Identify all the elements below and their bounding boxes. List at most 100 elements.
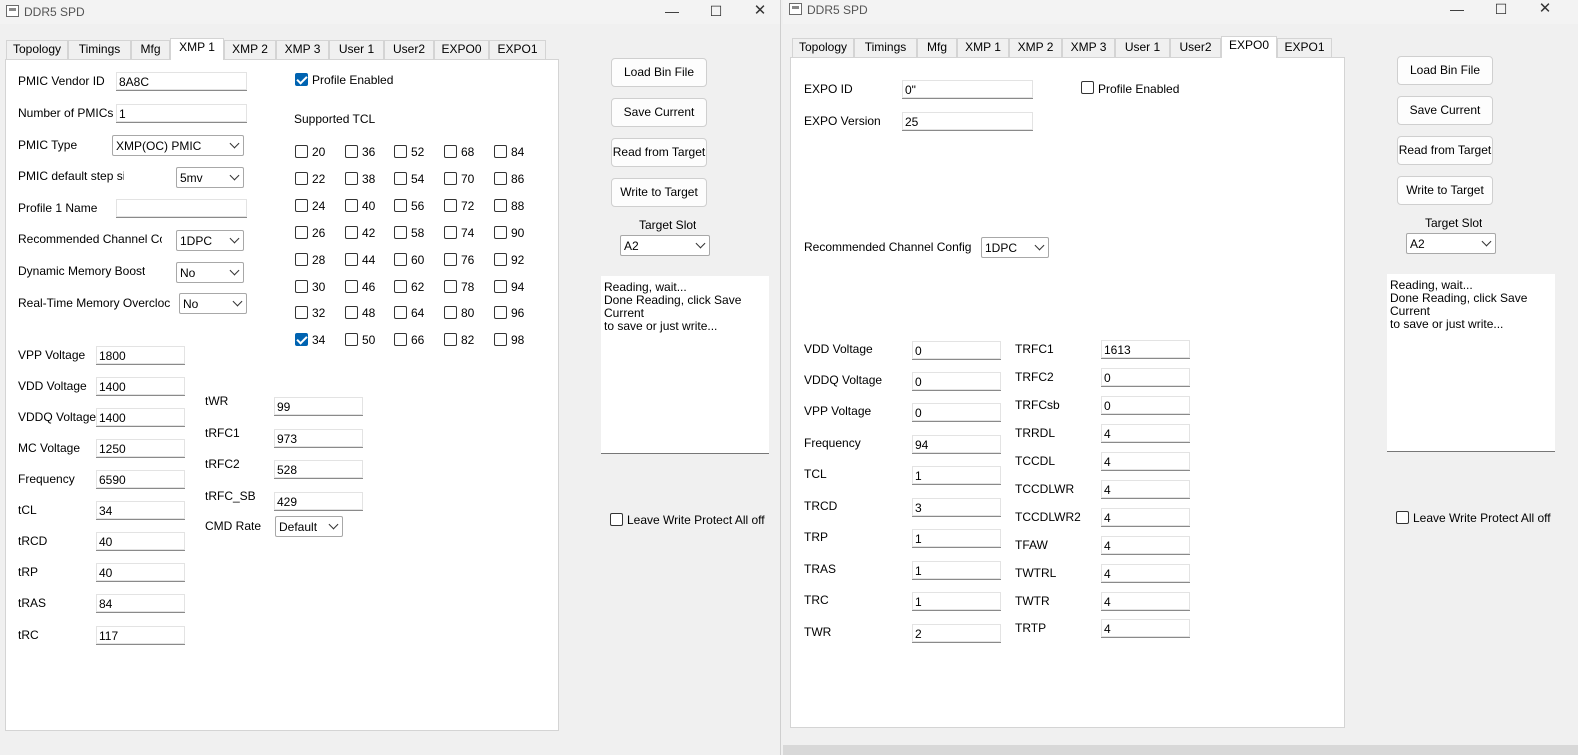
field-input[interactable]: 4: [1101, 480, 1190, 499]
close-button[interactable]: ✕: [1523, 0, 1567, 24]
field-input[interactable]: 4: [1101, 536, 1190, 555]
field-input[interactable]: 973: [274, 429, 363, 448]
field-input[interactable]: 1800: [96, 346, 185, 365]
target-slot-select[interactable]: A2: [620, 235, 710, 256]
tab-user2[interactable]: User2: [384, 40, 434, 59]
tcl-34-checkbox[interactable]: [295, 333, 308, 346]
field-input[interactable]: 1613: [1101, 340, 1190, 359]
tcl-40-checkbox[interactable]: [345, 199, 358, 212]
tab-expo0[interactable]: EXPO0: [1221, 36, 1277, 58]
tab-user2[interactable]: User2: [1170, 38, 1221, 57]
tcl-38-checkbox[interactable]: [345, 172, 358, 185]
tcl-62-checkbox[interactable]: [394, 280, 407, 293]
profile-enabled-checkbox[interactable]: [295, 73, 308, 86]
tab-xmp3[interactable]: XMP 3: [1062, 38, 1115, 57]
field-input[interactable]: 40: [96, 532, 185, 551]
field-input[interactable]: 99: [274, 397, 363, 416]
write-target-button[interactable]: Write to Target: [611, 178, 707, 207]
field-input[interactable]: 94: [912, 435, 1001, 454]
tcl-28-checkbox[interactable]: [295, 253, 308, 266]
tab-expo0[interactable]: EXPO0: [434, 40, 489, 59]
field-input[interactable]: 0: [912, 341, 1001, 360]
pmic-vendor-id-input[interactable]: 8A8C: [116, 72, 247, 91]
tcl-44-checkbox[interactable]: [345, 253, 358, 266]
tcl-46-checkbox[interactable]: [345, 280, 358, 293]
field-input[interactable]: 4: [1101, 619, 1190, 638]
tab-xmp2[interactable]: XMP 2: [224, 40, 276, 59]
tcl-54-checkbox[interactable]: [394, 172, 407, 185]
write-protect-checkbox[interactable]: [610, 513, 623, 526]
tcl-30-checkbox[interactable]: [295, 280, 308, 293]
tab-xmp2[interactable]: XMP 2: [1009, 38, 1062, 57]
tcl-78-checkbox[interactable]: [444, 280, 457, 293]
read-target-button[interactable]: Read from Target: [611, 138, 707, 167]
field-input[interactable]: 4: [1101, 508, 1190, 527]
tab-xmp1[interactable]: XMP 1: [170, 38, 224, 60]
tcl-74-checkbox[interactable]: [444, 226, 457, 239]
tcl-90-checkbox[interactable]: [494, 226, 507, 239]
field-input[interactable]: 1: [912, 561, 1001, 580]
field-input[interactable]: 34: [96, 501, 185, 520]
pmic-step-select[interactable]: 5mv: [176, 167, 244, 188]
rt-oc-select[interactable]: No: [179, 293, 247, 314]
tcl-26-checkbox[interactable]: [295, 226, 308, 239]
tab-topology[interactable]: Topology: [6, 40, 68, 59]
profile-enabled-checkbox[interactable]: [1081, 81, 1094, 94]
tcl-80-checkbox[interactable]: [444, 306, 457, 319]
horizontal-scrollbar[interactable]: [783, 745, 1578, 755]
maximize-button[interactable]: ☐: [694, 0, 738, 24]
tab-timings[interactable]: Timings: [68, 40, 131, 59]
tab-user1[interactable]: User 1: [1115, 38, 1170, 57]
field-input[interactable]: 3: [912, 498, 1001, 517]
dyn-boost-select[interactable]: No: [176, 262, 244, 283]
expo-version-input[interactable]: 25: [902, 112, 1033, 131]
load-bin-button[interactable]: Load Bin File: [611, 58, 707, 87]
field-input[interactable]: 84: [96, 594, 185, 613]
channel-config-select[interactable]: 1DPC: [176, 230, 244, 251]
field-input[interactable]: 4: [1101, 424, 1190, 443]
tcl-22-checkbox[interactable]: [295, 172, 308, 185]
field-input[interactable]: 1: [912, 592, 1001, 611]
field-input[interactable]: 40: [96, 563, 185, 582]
save-current-button[interactable]: Save Current: [1397, 96, 1493, 125]
field-input[interactable]: 0: [1101, 396, 1190, 415]
tcl-88-checkbox[interactable]: [494, 199, 507, 212]
read-target-button[interactable]: Read from Target: [1397, 136, 1493, 165]
field-input[interactable]: 1400: [96, 377, 185, 396]
minimize-button[interactable]: —: [1435, 0, 1479, 24]
pmic-type-select[interactable]: XMP(OC) PMIC: [112, 135, 244, 156]
tcl-86-checkbox[interactable]: [494, 172, 507, 185]
tcl-68-checkbox[interactable]: [444, 145, 457, 158]
field-input[interactable]: 1: [912, 529, 1001, 548]
tcl-70-checkbox[interactable]: [444, 172, 457, 185]
profile-name-input[interactable]: [116, 199, 247, 218]
tab-expo1[interactable]: EXPO1: [1277, 38, 1332, 57]
tcl-84-checkbox[interactable]: [494, 145, 507, 158]
tcl-92-checkbox[interactable]: [494, 253, 507, 266]
tcl-48-checkbox[interactable]: [345, 306, 358, 319]
tcl-64-checkbox[interactable]: [394, 306, 407, 319]
write-target-button[interactable]: Write to Target: [1397, 176, 1493, 205]
channel-config-select[interactable]: 1DPC: [981, 237, 1049, 258]
field-input[interactable]: 0: [1101, 368, 1190, 387]
tcl-82-checkbox[interactable]: [444, 333, 457, 346]
field-input[interactable]: 1400: [96, 408, 185, 427]
tab-mfg[interactable]: Mfg: [917, 38, 957, 57]
tcl-58-checkbox[interactable]: [394, 226, 407, 239]
tcl-98-checkbox[interactable]: [494, 333, 507, 346]
log-output[interactable]: Reading, wait... Done Reading, click Sav…: [601, 276, 769, 454]
tab-user1[interactable]: User 1: [329, 40, 384, 59]
load-bin-button[interactable]: Load Bin File: [1397, 56, 1493, 85]
log-output[interactable]: Reading, wait... Done Reading, click Sav…: [1387, 274, 1555, 452]
tcl-20-checkbox[interactable]: [295, 145, 308, 158]
expo-id-input[interactable]: 0": [902, 80, 1033, 99]
tcl-72-checkbox[interactable]: [444, 199, 457, 212]
field-input[interactable]: 1: [912, 466, 1001, 485]
tcl-36-checkbox[interactable]: [345, 145, 358, 158]
field-input[interactable]: 0: [912, 372, 1001, 391]
tcl-96-checkbox[interactable]: [494, 306, 507, 319]
target-slot-select[interactable]: A2: [1406, 233, 1496, 254]
tab-topology[interactable]: Topology: [792, 38, 854, 57]
tab-timings[interactable]: Timings: [854, 38, 917, 57]
tcl-24-checkbox[interactable]: [295, 199, 308, 212]
